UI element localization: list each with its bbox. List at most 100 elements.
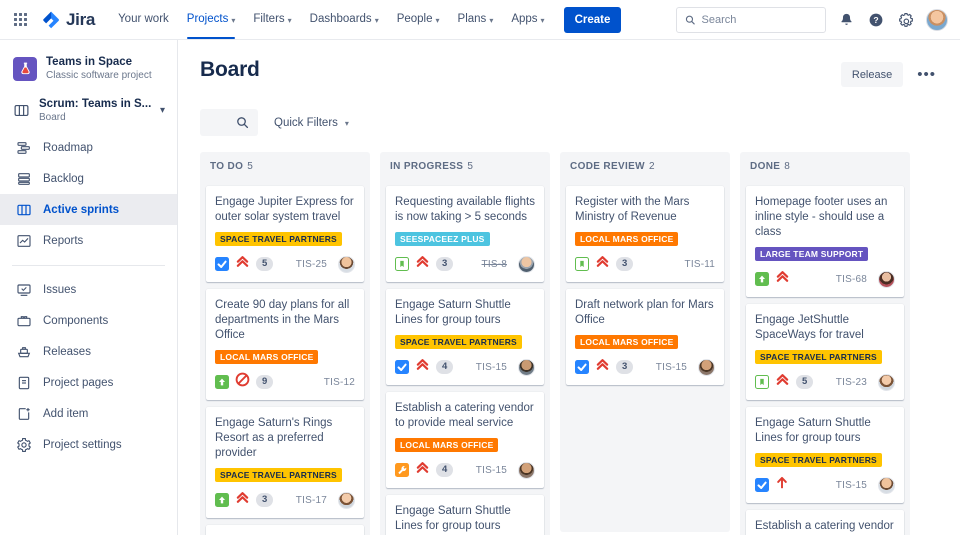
column-name: DONE (750, 160, 781, 172)
chevron-down-icon[interactable]: ▾ (160, 105, 165, 116)
search-input[interactable] (701, 13, 817, 26)
issue-key[interactable]: TIS-15 (656, 362, 687, 373)
board-search-input[interactable] (200, 109, 258, 136)
assignee-avatar[interactable] (518, 461, 535, 479)
quick-filters-dropdown[interactable]: Quick Filters ▾ (274, 117, 349, 129)
board-card[interactable]: Engage Saturn's Rings Resort as a prefer… (206, 407, 364, 518)
card-label[interactable]: LOCAL MARS OFFICE (395, 438, 499, 452)
nav-item-projects[interactable]: Projects ▾ (178, 0, 245, 39)
board-card[interactable]: Engage Saturn Shuttle Lines for group to… (386, 289, 544, 385)
issue-key[interactable]: TIS-15 (476, 465, 507, 476)
board-column: DONE 8 Homepage footer uses an inline st… (740, 152, 910, 535)
project-name: Teams in Space (46, 56, 133, 68)
more-options-icon[interactable]: ••• (913, 67, 940, 82)
nav-label: People (396, 13, 433, 25)
board-card[interactable]: Create 90 day plans for all departments … (206, 289, 364, 400)
sidebar-item-project-pages[interactable]: Project pages (0, 367, 177, 398)
sidebar-item-reports[interactable]: Reports (0, 225, 177, 256)
release-button[interactable]: Release (840, 62, 904, 87)
task-checkbox-icon (575, 360, 589, 374)
assignee-avatar[interactable] (518, 358, 535, 376)
nav-item-your-work[interactable]: Your work (109, 0, 178, 39)
app-switcher-icon[interactable] (8, 8, 32, 32)
card-label[interactable]: SPACE TRAVEL PARTNERS (755, 350, 882, 364)
notifications-bell-icon[interactable] (836, 10, 856, 30)
assignee-avatar[interactable] (878, 270, 895, 288)
sidebar-item-project-settings[interactable]: Project settings (0, 429, 177, 460)
board-card[interactable]: Engage Jupiter Express for outer solar s… (206, 186, 364, 282)
releases-ship-icon (15, 343, 32, 360)
board-card[interactable]: Draft network plan for Mars Office LOCAL… (566, 289, 724, 385)
components-icon (15, 312, 32, 329)
sidebar-item-components[interactable]: Components (0, 305, 177, 336)
main-content: Board Release ••• Quick Filters ▾ TO DO … (178, 40, 960, 535)
issue-key[interactable]: TIS-15 (836, 480, 867, 491)
create-button[interactable]: Create (563, 6, 622, 33)
board-card[interactable]: Establish a catering vendor to provide m… (386, 392, 544, 488)
board-card[interactable]: Register with the Mars Ministry of Reven… (566, 186, 724, 282)
assignee-avatar[interactable] (518, 255, 535, 273)
chevron-down-icon: ▾ (287, 16, 292, 25)
card-label[interactable]: SEESPACEEZ PLUS (395, 232, 490, 246)
settings-gear-icon[interactable] (896, 10, 916, 30)
sidebar-item-active-sprints[interactable]: Active sprints (0, 194, 177, 225)
user-avatar[interactable] (926, 8, 948, 31)
board-column: IN PROGRESS 5 Requesting available fligh… (380, 152, 550, 535)
column-name: IN PROGRESS (390, 160, 464, 172)
sidebar-item-roadmap[interactable]: Roadmap (0, 132, 177, 163)
issue-key[interactable]: TIS-23 (836, 377, 867, 388)
board-card[interactable]: Enable Speedy SpaceCraft as the preferre… (206, 525, 364, 535)
nav-item-plans[interactable]: Plans ▾ (449, 0, 503, 39)
issue-key[interactable]: TIS-25 (296, 259, 327, 270)
card-label[interactable]: SPACE TRAVEL PARTNERS (215, 232, 342, 246)
help-icon[interactable]: ? (866, 10, 886, 30)
card-label[interactable]: SPACE TRAVEL PARTNERS (395, 335, 522, 349)
jira-logo[interactable]: Jira (42, 10, 95, 30)
sidebar-board-selector[interactable]: Scrum: Teams in S... Board ▾ (0, 91, 177, 132)
issue-key[interactable]: TIS-8 (482, 259, 507, 270)
assignee-avatar[interactable] (698, 358, 715, 376)
nav-item-apps[interactable]: Apps ▾ (502, 0, 553, 39)
card-label[interactable]: LOCAL MARS OFFICE (215, 350, 319, 364)
issue-key[interactable]: TIS-68 (836, 274, 867, 285)
highest-priority-icon (415, 357, 430, 377)
card-labels: SPACE TRAVEL PARTNERS (755, 350, 895, 364)
sidebar-item-releases[interactable]: Releases (0, 336, 177, 367)
issue-key[interactable]: TIS-12 (324, 377, 355, 388)
issue-key[interactable]: TIS-11 (685, 259, 715, 270)
chevron-down-icon: ▾ (435, 16, 440, 25)
assignee-avatar[interactable] (878, 476, 895, 494)
assignee-avatar[interactable] (338, 255, 355, 273)
assignee-avatar[interactable] (338, 491, 355, 509)
sidebar-item-backlog[interactable]: Backlog (0, 163, 177, 194)
column-header: IN PROGRESS 5 (380, 152, 550, 180)
issue-key[interactable]: TIS-15 (476, 362, 507, 373)
board-card[interactable]: Requesting available flights is now taki… (386, 186, 544, 282)
card-label[interactable]: SPACE TRAVEL PARTNERS (215, 468, 342, 482)
global-search-box[interactable] (676, 6, 826, 33)
issue-key[interactable]: TIS-17 (296, 495, 327, 506)
card-title: Engage Saturn's Rings Resort as a prefer… (215, 417, 333, 459)
card-label[interactable]: LOCAL MARS OFFICE (575, 335, 679, 349)
card-label[interactable]: SPACE TRAVEL PARTNERS (755, 453, 882, 467)
board-card[interactable]: Engage Saturn Shuttle Lines for group to… (746, 407, 904, 503)
card-title: Homepage footer uses an inline style - s… (755, 196, 888, 238)
sidebar-item-issues[interactable]: Issues (0, 274, 177, 305)
nav-item-dashboards[interactable]: Dashboards ▾ (301, 0, 388, 39)
board-card[interactable]: Engage JetShuttle SpaceWays for travel S… (746, 304, 904, 400)
sidebar-item-add-item[interactable]: Add item (0, 398, 177, 429)
nav-item-filters[interactable]: Filters ▾ (244, 0, 300, 39)
column-header: TO DO 5 (200, 152, 370, 180)
board-card[interactable]: Engage Saturn Shuttle Lines for group to… (386, 495, 544, 535)
story-points: 5 (256, 257, 274, 271)
board-card[interactable]: Homepage footer uses an inline style - s… (746, 186, 904, 297)
card-label[interactable]: LARGE TEAM SUPPORT (755, 247, 869, 261)
assignee-avatar[interactable] (878, 373, 895, 391)
nav-item-people[interactable]: People ▾ (388, 0, 449, 39)
column-cards: Homepage footer uses an inline style - s… (740, 180, 910, 535)
sidebar-project-header[interactable]: Teams in Space Classic software project (0, 50, 177, 91)
column-count: 8 (784, 160, 790, 172)
page-header: Board Release ••• (200, 58, 960, 87)
board-card[interactable]: Establish a catering vendor to provide m… (746, 510, 904, 535)
card-label[interactable]: LOCAL MARS OFFICE (575, 232, 679, 246)
